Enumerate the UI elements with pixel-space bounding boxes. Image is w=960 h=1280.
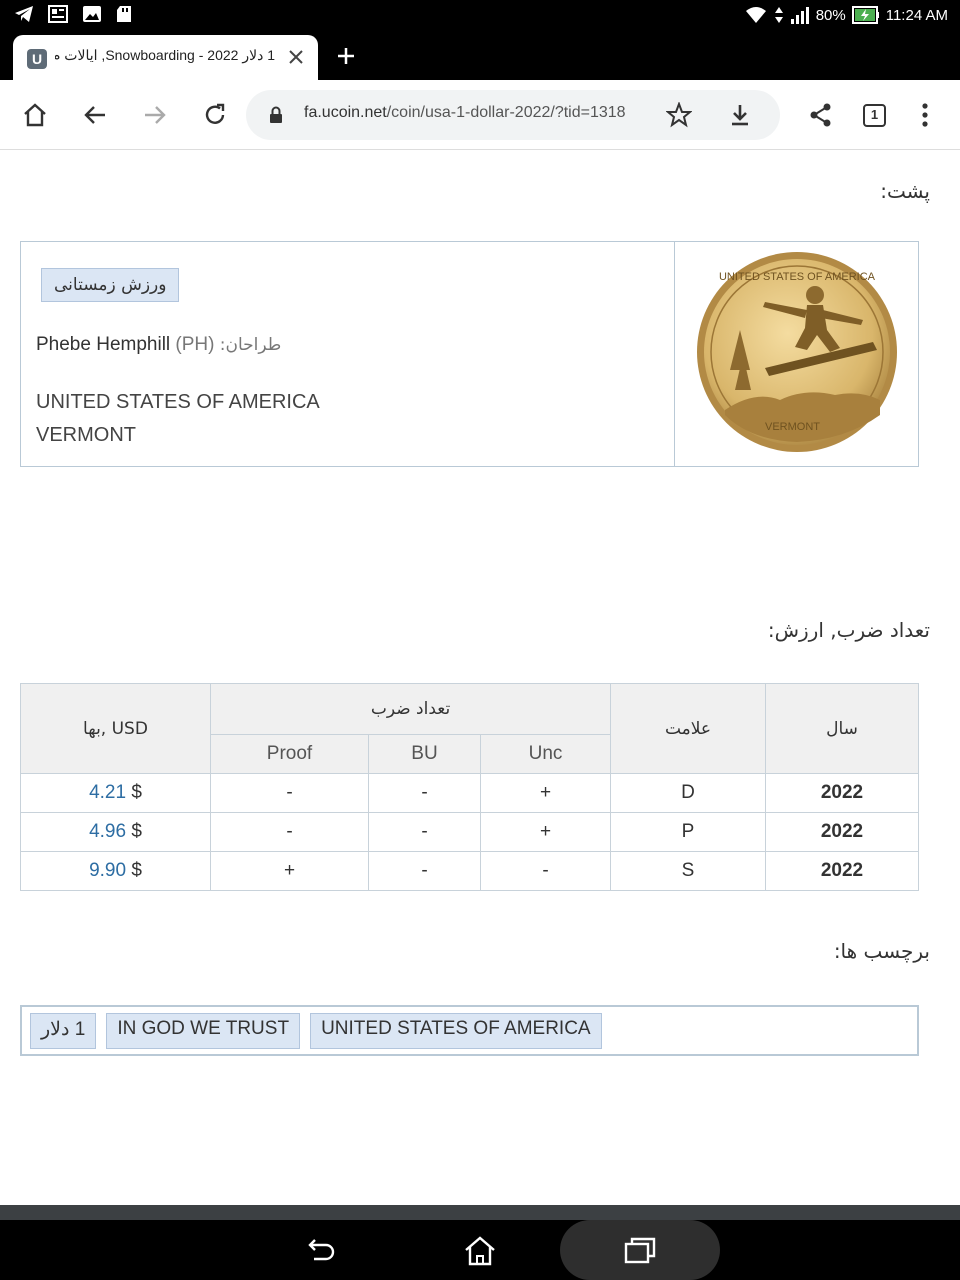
share-icon[interactable] — [807, 101, 835, 129]
price-cell: 4.21 $ — [20, 773, 211, 813]
reload-icon[interactable] — [201, 101, 229, 129]
close-icon[interactable] — [284, 45, 308, 69]
mark-cell: D — [610, 773, 766, 813]
price-header: بها, USD — [20, 683, 211, 774]
year-cell: 2022 — [765, 773, 919, 813]
bu-cell: - — [368, 773, 481, 813]
reverse-heading: پشت: — [880, 179, 930, 203]
coin-image-cell: UNITED STATES OF AMERICA VERMONT — [674, 242, 918, 466]
page-bottom-bar — [0, 1205, 960, 1220]
browser-toolbar: fa.ucoin.net/coin/usa-1-dollar-2022/?tid… — [0, 80, 960, 150]
tag-item[interactable]: 1 دلار — [30, 1013, 97, 1049]
data-arrows-icon — [774, 7, 783, 23]
bu-cell: - — [368, 812, 481, 852]
overflow-menu-icon[interactable] — [911, 101, 939, 129]
new-tab-icon[interactable] — [334, 44, 358, 68]
home-nav-icon[interactable] — [462, 1233, 498, 1269]
designer-name: Phebe Hemphill — [36, 334, 171, 355]
tab-switcher-button[interactable]: 1 — [861, 101, 889, 129]
mark-cell: S — [610, 851, 766, 891]
url-text: fa.ucoin.net/coin/usa-1-dollar-2022/?tid… — [304, 104, 626, 122]
price-cell: 9.90 $ — [20, 851, 211, 891]
year-header: سال — [765, 683, 919, 774]
price-link[interactable]: 4.21 — [89, 782, 126, 803]
category-tag[interactable]: ورزش زمستانی — [41, 268, 180, 302]
mark-header: علامت — [610, 683, 766, 774]
unc-cell: - — [480, 851, 611, 891]
tab-title: 1 دلار 2022 - Snowboarding, ایالات م — [55, 47, 275, 63]
battery-percent: 80% — [815, 6, 846, 24]
table-row: 4.21 $ - - + D 2022 — [20, 773, 919, 813]
mark-cell: P — [610, 812, 766, 852]
table-row: 9.90 $ + - - S 2022 — [20, 851, 919, 891]
recents-icon[interactable] — [622, 1233, 658, 1269]
proof-cell: - — [210, 812, 369, 852]
snowboarder-coin-image[interactable]: UNITED STATES OF AMERICA VERMONT — [695, 250, 899, 454]
currency-symbol: $ — [131, 782, 142, 803]
unc-cell: + — [480, 773, 611, 813]
designer-label: طراحان: — [219, 335, 282, 355]
mintage-table: بها, USD تعداد ضرب علامت سال Proof BU Un… — [20, 683, 919, 891]
tags-heading: برچسب ها: — [833, 939, 930, 963]
battery-charging-icon — [851, 6, 879, 24]
proof-cell: + — [210, 851, 369, 891]
currency-symbol: $ — [131, 821, 142, 842]
page-content: پشت: ورزش زمستانی طراحان: (PH) Phebe Hem… — [0, 151, 960, 1205]
url-path: /coin/usa-1-dollar-2022/?tid=1318 — [386, 104, 626, 121]
news-icon — [48, 5, 68, 23]
back-icon[interactable] — [302, 1233, 338, 1269]
year-cell: 2022 — [765, 812, 919, 852]
telegram-icon — [15, 6, 33, 22]
designer-line: طراحان: (PH) Phebe Hemphill — [36, 334, 281, 356]
system-nav-bar — [0, 1220, 960, 1280]
sdcard-icon — [117, 6, 131, 22]
tags-panel: 1 دلار IN GOD WE TRUST UNITED STATES OF … — [20, 1005, 919, 1056]
download-icon[interactable] — [727, 102, 753, 128]
inscription-line-1: UNITED STATES OF AMERICA — [36, 391, 320, 413]
bu-header: BU — [368, 733, 481, 775]
bu-cell: - — [368, 851, 481, 891]
address-bar[interactable]: fa.ucoin.net/coin/usa-1-dollar-2022/?tid… — [246, 90, 780, 140]
bookmark-star-icon[interactable] — [666, 102, 692, 128]
clock: 11:24 AM — [885, 6, 948, 24]
home-icon[interactable] — [21, 101, 49, 129]
unc-header: Unc — [480, 733, 611, 775]
proof-cell: - — [210, 773, 369, 813]
table-row: 4.96 $ - - + P 2022 — [20, 812, 919, 852]
year-cell: 2022 — [765, 851, 919, 891]
url-host: fa.ucoin.net — [304, 104, 387, 121]
mintage-heading: تعداد ضرب, ارزش: — [767, 618, 930, 642]
status-bar: 80% 11:24 AM — [0, 0, 960, 32]
proof-header: Proof — [210, 733, 369, 775]
image-icon — [83, 6, 101, 22]
reverse-panel: ورزش زمستانی طراحان: (PH) Phebe Hemphill… — [20, 241, 919, 467]
lock-icon — [270, 106, 282, 123]
tab-strip: U 1 دلار 2022 - Snowboarding, ایالات م — [0, 32, 960, 80]
browser-tab[interactable]: U 1 دلار 2022 - Snowboarding, ایالات م — [13, 35, 318, 80]
currency-symbol: $ — [131, 860, 142, 881]
back-arrow-icon[interactable] — [81, 101, 109, 129]
svg-text:UNITED STATES OF AMERICA: UNITED STATES OF AMERICA — [719, 271, 876, 283]
inscription: UNITED STATES OF AMERICA VERMONT — [36, 386, 320, 452]
price-link[interactable]: 9.90 — [89, 860, 126, 881]
forward-arrow-icon[interactable] — [141, 101, 169, 129]
inscription-line-2: VERMONT — [36, 424, 136, 446]
signal-icon — [790, 7, 809, 24]
tab-count: 1 — [863, 104, 886, 127]
tag-item[interactable]: IN GOD WE TRUST — [106, 1013, 301, 1049]
price-cell: 4.96 $ — [20, 812, 211, 852]
designer-code: (PH) — [175, 334, 215, 355]
wifi-icon — [745, 7, 766, 23]
ucoin-favicon-icon: U — [27, 49, 47, 69]
mintage-header: تعداد ضرب — [210, 683, 611, 735]
tag-item[interactable]: UNITED STATES OF AMERICA — [310, 1013, 602, 1049]
svg-text:VERMONT: VERMONT — [765, 421, 820, 433]
price-link[interactable]: 4.96 — [89, 821, 126, 842]
unc-cell: + — [480, 812, 611, 852]
